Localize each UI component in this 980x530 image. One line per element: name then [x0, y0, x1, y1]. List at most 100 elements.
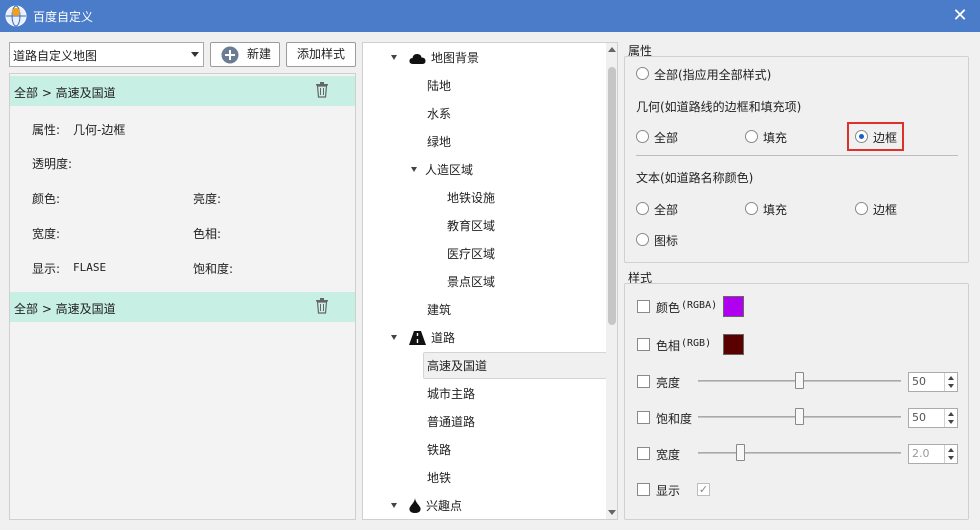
tree-item-subway[interactable]: 地铁 — [427, 468, 451, 488]
tree-item-road[interactable]: 道路 — [391, 328, 455, 348]
radio-text-all-label: 全部 — [654, 203, 679, 217]
spin-up-icon[interactable] — [948, 448, 954, 452]
tree-item-label: 道路 — [431, 331, 456, 345]
text-title: 文本(如道路名称颜色) — [636, 171, 754, 185]
spin-down-icon[interactable] — [948, 384, 954, 388]
tree-item-building[interactable]: 建筑 — [427, 300, 451, 320]
color-checkbox[interactable] — [637, 300, 650, 313]
radio-text-fill-label: 填充 — [763, 203, 788, 217]
attr-label: 属性: — [32, 123, 61, 137]
new-button[interactable]: 新建 — [210, 42, 280, 67]
saturation-label: 饱和度: — [193, 262, 234, 276]
expand-triangle-icon[interactable] — [391, 503, 397, 508]
style-group-title: 全部 > 高速及国道 — [14, 86, 116, 100]
saturation-checkbox[interactable] — [637, 411, 650, 424]
trash-icon[interactable] — [315, 82, 329, 98]
tree-item-subway-facility[interactable]: 地铁设施 — [447, 188, 495, 208]
display-checkbox[interactable] — [637, 483, 650, 496]
spin-up-icon[interactable] — [948, 376, 954, 380]
style-group-header[interactable]: 全部 > 高速及国道 — [10, 292, 355, 322]
tree-item-water[interactable]: 水系 — [427, 104, 451, 124]
brightness-label: 亮度 — [656, 376, 681, 390]
tree-item-education[interactable]: 教育区域 — [447, 216, 495, 236]
tree-item-label: 城市主路 — [427, 387, 476, 401]
window-title: 百度自定义 — [33, 10, 94, 24]
tree-item-railway[interactable]: 铁路 — [427, 440, 451, 460]
tree-item-label: 水系 — [427, 107, 452, 121]
spin-up-icon[interactable] — [948, 412, 954, 416]
trash-icon[interactable] — [315, 298, 329, 314]
display-label: 显示 — [656, 484, 681, 498]
width-label: 宽度: — [32, 227, 61, 241]
add-style-button[interactable]: 添加样式 — [286, 42, 356, 67]
road-icon — [409, 331, 426, 345]
brightness-checkbox[interactable] — [637, 375, 650, 388]
tree-item-label: 普通道路 — [427, 415, 476, 429]
expand-triangle-icon[interactable] — [391, 55, 397, 60]
expand-triangle-icon[interactable] — [411, 167, 417, 172]
radio-text-border[interactable] — [855, 202, 868, 215]
tree-item-label: 陆地 — [427, 79, 452, 93]
tree-item-artificial-area[interactable]: 人造区域 — [411, 160, 473, 180]
brightness-slider-thumb[interactable] — [795, 372, 804, 389]
expand-triangle-icon[interactable] — [391, 335, 397, 340]
radio-text-icon[interactable] — [636, 233, 649, 246]
style-list-panel: 全部 > 高速及国道 属性: 几何-边框 透明度: 颜色: 亮度: 宽度: 色相… — [9, 73, 356, 520]
map-select-value: 道路自定义地图 — [13, 49, 98, 63]
tree-item-highway[interactable]: 高速及国道 — [427, 356, 487, 376]
spin-down-icon[interactable] — [948, 456, 954, 460]
map-select[interactable]: 道路自定义地图 — [9, 42, 204, 67]
saturation-spinbox[interactable]: 50 — [908, 408, 958, 428]
tree-scrollbar[interactable] — [606, 43, 617, 519]
tree-item-scenic[interactable]: 景点区域 — [447, 272, 495, 292]
radio-all-apply[interactable] — [636, 67, 649, 80]
hue-swatch[interactable] — [723, 334, 744, 355]
tree-item-label: 铁路 — [427, 443, 452, 457]
brightness-value: 50 — [912, 375, 926, 388]
baidu-app-icon — [5, 5, 27, 27]
color-suffix: (RGBA) — [681, 300, 718, 311]
layer-tree: 地图背景 陆地 水系 绿地 人造区域 地铁设施 教育区域 医疗区域 景点区域 建… — [362, 42, 618, 520]
cloud-icon — [409, 54, 426, 64]
tree-item-main-road[interactable]: 城市主路 — [427, 384, 475, 404]
saturation-value: 50 — [912, 411, 926, 424]
radio-geo-fill[interactable] — [745, 130, 758, 143]
radio-text-icon-label: 图标 — [654, 234, 679, 248]
color-swatch[interactable] — [723, 296, 744, 317]
saturation-slider-thumb[interactable] — [795, 408, 804, 425]
close-icon: ✕ — [952, 5, 968, 26]
radio-geo-all-label: 全部 — [654, 131, 679, 145]
title-bar: 百度自定义 ✕ — [0, 0, 980, 32]
scroll-down-icon[interactable] — [608, 510, 616, 515]
close-button[interactable]: ✕ — [948, 4, 972, 28]
radio-geo-all[interactable] — [636, 130, 649, 143]
width-spinbox[interactable]: 2.0 — [908, 444, 958, 464]
width-slider-thumb[interactable] — [736, 444, 745, 461]
geometry-title: 几何(如道路线的边框和填充项) — [636, 100, 802, 114]
tree-item-land[interactable]: 陆地 — [427, 76, 451, 96]
hue-suffix: (RGB) — [681, 338, 712, 349]
spin-down-icon[interactable] — [948, 420, 954, 424]
scroll-up-icon[interactable] — [608, 47, 616, 52]
width-checkbox[interactable] — [637, 447, 650, 460]
tree-item-green[interactable]: 绿地 — [427, 132, 451, 152]
brightness-spinbox[interactable]: 50 — [908, 372, 958, 392]
style-group-header[interactable]: 全部 > 高速及国道 — [10, 76, 355, 106]
props-divider — [636, 155, 958, 156]
radio-text-all[interactable] — [636, 202, 649, 215]
width-slider[interactable] — [698, 452, 901, 454]
tree-item-normal-road[interactable]: 普通道路 — [427, 412, 475, 432]
tree-item-poi[interactable]: 兴趣点 — [391, 496, 462, 516]
radio-geo-fill-label: 填充 — [763, 131, 788, 145]
display-label: 显示: — [32, 262, 61, 276]
hue-checkbox[interactable] — [637, 338, 650, 351]
radio-text-fill[interactable] — [745, 202, 758, 215]
scroll-thumb[interactable] — [608, 67, 616, 325]
tree-item-medical[interactable]: 医疗区域 — [447, 244, 495, 264]
radio-all-apply-label: 全部(指应用全部样式) — [654, 68, 772, 82]
tree-item-label: 高速及国道 — [427, 359, 488, 373]
tree-item-map-background[interactable]: 地图背景 — [391, 48, 479, 68]
hue-label: 色相 — [656, 339, 681, 353]
tree-item-label: 景点区域 — [447, 275, 496, 289]
display-toggle-check[interactable]: ✓ — [697, 483, 710, 496]
